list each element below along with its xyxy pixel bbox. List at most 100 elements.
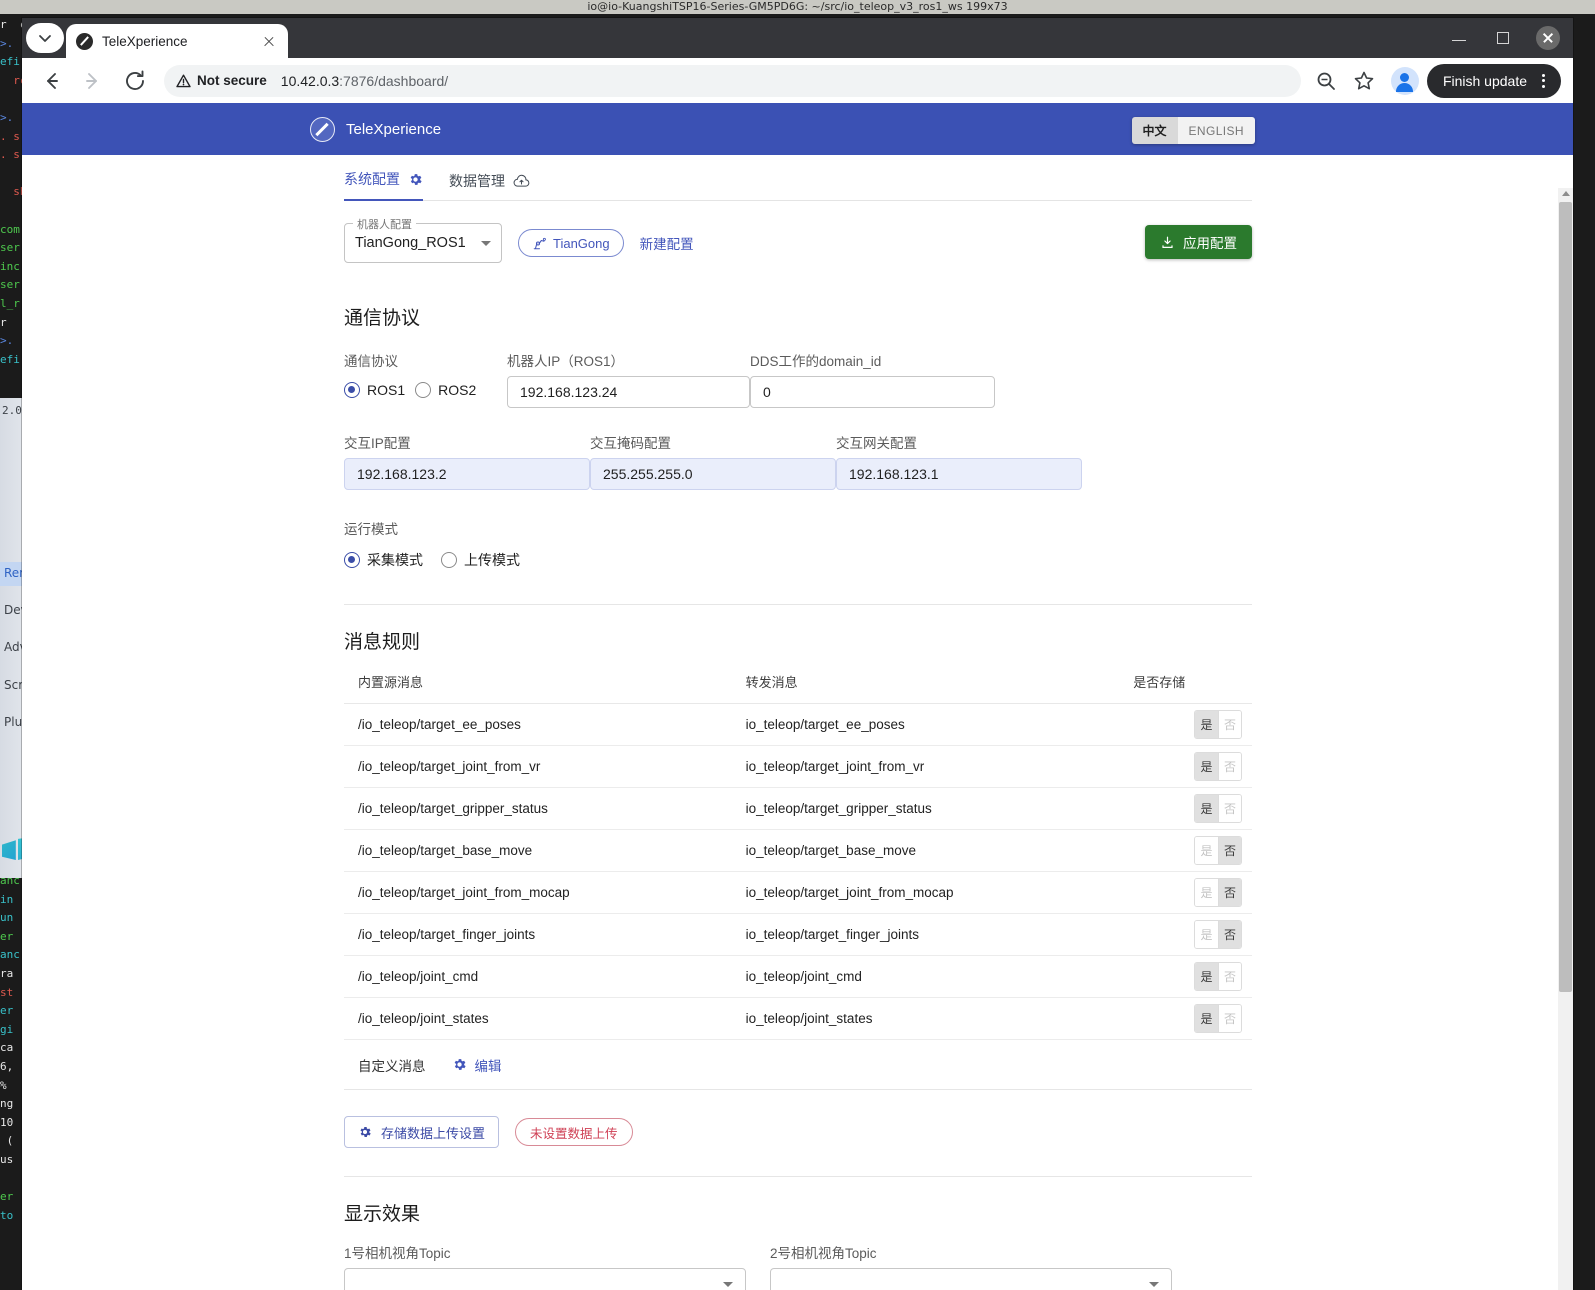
table-header: 内置源消息 转发消息 是否存储: [344, 672, 1252, 704]
tab-search-button[interactable]: [26, 23, 64, 53]
browser-tab[interactable]: TeleXperience: [66, 24, 288, 58]
interact-ip-input[interactable]: 192.168.123.2: [344, 458, 590, 490]
section-divider-2: [344, 1176, 1252, 1177]
upload-settings-button[interactable]: 存储数据上传设置: [344, 1116, 500, 1148]
forward-icon[interactable]: [76, 64, 110, 98]
store-yes-button[interactable]: 是: [1194, 837, 1218, 864]
screen: io@io-KuangshiTSP16-Series-GM5PD6G: ~/sr…: [0, 0, 1595, 1290]
address-bar[interactable]: Not secure 10.42.0.3:7876/dashboard/: [164, 64, 1301, 97]
avatar[interactable]: [1390, 66, 1419, 95]
web-page: TeleXperience 中文 ENGLISH 系统配置 数据管理 机器人配置…: [22, 103, 1573, 1290]
interact-mask-input[interactable]: 255.255.255.0: [590, 458, 836, 490]
store-no-button[interactable]: 否: [1217, 795, 1241, 822]
table-row: /io_teleop/target_base_move io_teleop/tar…: [344, 830, 1252, 872]
tab-system-config-label: 系统配置: [344, 171, 400, 187]
custom-message-row: 自定义消息 编辑: [344, 1040, 1252, 1090]
store-yes-button[interactable]: 是: [1194, 1005, 1218, 1032]
brand: TeleXperience: [310, 116, 441, 142]
store-toggle[interactable]: 是否: [1193, 878, 1242, 907]
radio-ros2-label: ROS2: [438, 382, 477, 398]
security-label: Not secure: [197, 73, 267, 88]
tab-data-management[interactable]: 数据管理: [449, 171, 530, 201]
table-body: /io_teleop/target_ee_poses io_teleop/targ…: [344, 704, 1252, 1040]
minimize-button[interactable]: [1437, 18, 1481, 58]
store-yes-button[interactable]: 是: [1194, 921, 1218, 948]
tab-system-config[interactable]: 系统配置: [344, 169, 423, 201]
scrollbar-thumb[interactable]: [1559, 202, 1572, 992]
store-no-button[interactable]: 否: [1217, 837, 1241, 864]
cell-store: 是否: [1133, 794, 1242, 823]
page-scrollbar[interactable]: [1558, 188, 1573, 1290]
store-yes-button[interactable]: 是: [1194, 753, 1218, 780]
window-close-button[interactable]: [1525, 18, 1569, 58]
store-toggle[interactable]: 是否: [1193, 836, 1242, 865]
chrome-menu-icon[interactable]: [1535, 73, 1551, 88]
robot-chip[interactable]: TianGong: [518, 229, 624, 257]
upload-status-badge: 未设置数据上传: [515, 1118, 633, 1146]
scroll-up-icon[interactable]: [1562, 191, 1570, 196]
robot-config-select[interactable]: 机器人配置 TianGong_ROS1: [344, 216, 502, 263]
omnibox-toolbar: Not secure 10.42.0.3:7876/dashboard/ Fin…: [22, 58, 1573, 103]
language-toggle[interactable]: 中文 ENGLISH: [1131, 117, 1255, 144]
upload-settings-label: 存储数据上传设置: [381, 1125, 486, 1141]
store-no-button[interactable]: 否: [1217, 963, 1241, 990]
finish-update-button[interactable]: Finish update: [1426, 63, 1561, 98]
edit-custom-message-button[interactable]: 编辑: [452, 1055, 502, 1075]
interact-gateway-input[interactable]: 192.168.123.1: [836, 458, 1082, 490]
store-yes-button[interactable]: 是: [1194, 711, 1218, 738]
chevron-down-icon: [723, 1281, 733, 1287]
store-no-button[interactable]: 否: [1217, 711, 1241, 738]
cell-forward: io_teleop/target_joint_from_mocap: [745, 885, 954, 900]
interact-gateway-column: 交互网关配置 192.168.123.1: [836, 432, 1082, 490]
interact-mask-label: 交互掩码配置: [590, 436, 671, 451]
cell-store: 是否: [1133, 1004, 1242, 1033]
store-yes-button[interactable]: 是: [1194, 879, 1218, 906]
robot-ip-input[interactable]: 192.168.123.24: [507, 376, 750, 408]
column-forward: 转发消息: [745, 675, 798, 690]
radio-ros1-dot: [344, 382, 360, 398]
maximize-button[interactable]: [1481, 18, 1525, 58]
zoom-search-icon[interactable]: [1311, 66, 1341, 96]
apply-config-button[interactable]: 应用配置: [1145, 225, 1252, 259]
store-toggle[interactable]: 是否: [1193, 962, 1242, 991]
radio-ros1-label: ROS1: [367, 382, 406, 398]
radio-upload-mode[interactable]: 上传模式: [441, 550, 520, 570]
protocol-label: 通信协议: [344, 354, 398, 369]
camera-topic-select-2[interactable]: [770, 1268, 1172, 1290]
security-indicator[interactable]: Not secure: [176, 73, 267, 88]
store-no-button[interactable]: 否: [1217, 753, 1241, 780]
page-tabs: 系统配置 数据管理: [344, 155, 1252, 201]
cell-source: /io_teleop/target_gripper_status: [358, 801, 548, 816]
protocol-radios: ROS1 ROS2: [344, 382, 507, 398]
back-icon[interactable]: [34, 64, 68, 98]
new-config-link[interactable]: 新建配置: [640, 233, 694, 253]
store-no-button[interactable]: 否: [1217, 1005, 1241, 1032]
store-yes-button[interactable]: 是: [1194, 795, 1218, 822]
store-toggle[interactable]: 是否: [1193, 920, 1242, 949]
close-icon[interactable]: [260, 32, 278, 50]
store-toggle[interactable]: 是否: [1193, 1004, 1242, 1033]
table-row: /io_teleop/target_finger_joints io_teleop…: [344, 914, 1252, 956]
radio-ros1[interactable]: ROS1: [344, 382, 405, 398]
store-no-button[interactable]: 否: [1217, 921, 1241, 948]
bookmark-star-icon[interactable]: [1349, 66, 1379, 96]
radio-collect-mode[interactable]: 采集模式: [344, 550, 423, 570]
reload-icon[interactable]: [118, 64, 152, 98]
store-no-button[interactable]: 否: [1217, 879, 1241, 906]
store-toggle[interactable]: 是否: [1193, 710, 1242, 739]
radio-collect-label: 采集模式: [367, 552, 423, 568]
table-row: /io_teleop/joint_cmd io_teleop/joint_cmd 是…: [344, 956, 1252, 998]
cell-forward: io_teleop/target_base_move: [745, 843, 916, 858]
radio-upload-label: 上传模式: [464, 552, 520, 568]
lang-english-button[interactable]: ENGLISH: [1177, 117, 1255, 144]
radio-ros2[interactable]: ROS2: [415, 382, 476, 398]
store-toggle[interactable]: 是否: [1193, 752, 1242, 781]
store-yes-button[interactable]: 是: [1194, 963, 1218, 990]
comm-section-title: 通信协议: [344, 308, 421, 329]
store-toggle[interactable]: 是否: [1193, 794, 1242, 823]
domain-id-input[interactable]: 0: [750, 376, 995, 408]
page-content: 系统配置 数据管理 机器人配置 TianGong_ROS1 TianGong 新…: [22, 155, 1573, 1290]
cell-forward: io_teleop/target_joint_from_vr: [745, 759, 925, 774]
lang-chinese-button[interactable]: 中文: [1131, 117, 1178, 144]
camera-topic-select-1[interactable]: [344, 1268, 746, 1290]
